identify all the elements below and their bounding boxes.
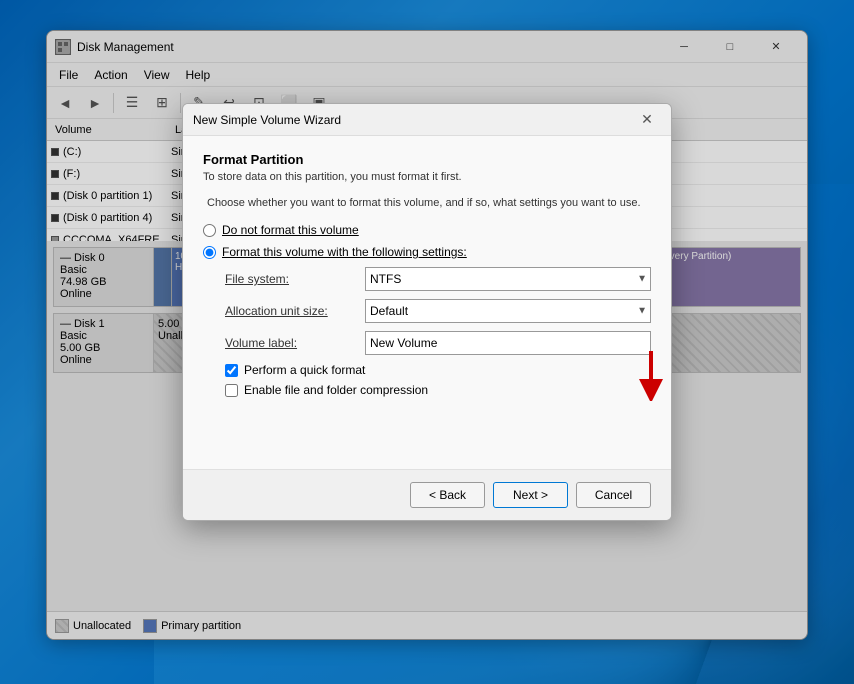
dialog-instruction: Choose whether you want to format this v… — [203, 197, 651, 209]
volume-label-label: Volume label: — [225, 336, 365, 350]
dialog-body: Format Partition To store data on this p… — [183, 136, 671, 419]
radio-format[interactable] — [203, 246, 216, 259]
file-system-row: File system: NTFS FAT32 exFAT ▼ — [225, 267, 651, 291]
format-partition-dialog: New Simple Volume Wizard ✕ Format Partit… — [182, 103, 672, 521]
radio-no-format-label[interactable]: Do not format this volume — [222, 223, 359, 237]
compression-label[interactable]: Enable file and folder compression — [244, 383, 428, 397]
alloc-unit-row: Allocation unit size: Default 512 1024 2… — [225, 299, 651, 323]
radio-no-format[interactable] — [203, 224, 216, 237]
dialog-close-button[interactable]: ✕ — [633, 108, 661, 132]
dialog-section-title: Format Partition — [203, 152, 651, 167]
quick-format-row: Perform a quick format — [225, 363, 651, 377]
cancel-button[interactable]: Cancel — [576, 482, 651, 508]
dialog-section-desc: To store data on this partition, you mus… — [203, 171, 651, 183]
radio-format-option: Format this volume with the following se… — [203, 245, 651, 259]
modal-overlay: New Simple Volume Wizard ✕ Format Partit… — [0, 0, 854, 684]
format-settings: File system: NTFS FAT32 exFAT ▼ Allocati… — [225, 267, 651, 355]
radio-format-label[interactable]: Format this volume with the following se… — [222, 245, 467, 259]
quick-format-label[interactable]: Perform a quick format — [244, 363, 365, 377]
file-system-label: File system: — [225, 272, 365, 286]
compression-checkbox[interactable] — [225, 384, 238, 397]
volume-label-row: Volume label: — [225, 331, 651, 355]
file-system-select[interactable]: NTFS FAT32 exFAT — [365, 267, 651, 291]
back-button[interactable]: < Back — [410, 482, 485, 508]
dialog-title-bar: New Simple Volume Wizard ✕ — [183, 104, 671, 136]
next-button[interactable]: Next > — [493, 482, 568, 508]
quick-format-checkbox[interactable] — [225, 364, 238, 377]
dialog-footer: < Back Next > Cancel — [183, 469, 671, 520]
radio-no-format-option: Do not format this volume — [203, 223, 651, 237]
file-system-wrapper: NTFS FAT32 exFAT ▼ — [365, 267, 651, 291]
volume-label-input[interactable] — [365, 331, 651, 355]
compression-row: Enable file and folder compression — [225, 383, 651, 397]
alloc-unit-select[interactable]: Default 512 1024 2048 4096 — [365, 299, 651, 323]
dialog-title: New Simple Volume Wizard — [193, 113, 633, 127]
alloc-unit-wrapper: Default 512 1024 2048 4096 ▼ — [365, 299, 651, 323]
alloc-unit-label: Allocation unit size: — [225, 304, 365, 318]
